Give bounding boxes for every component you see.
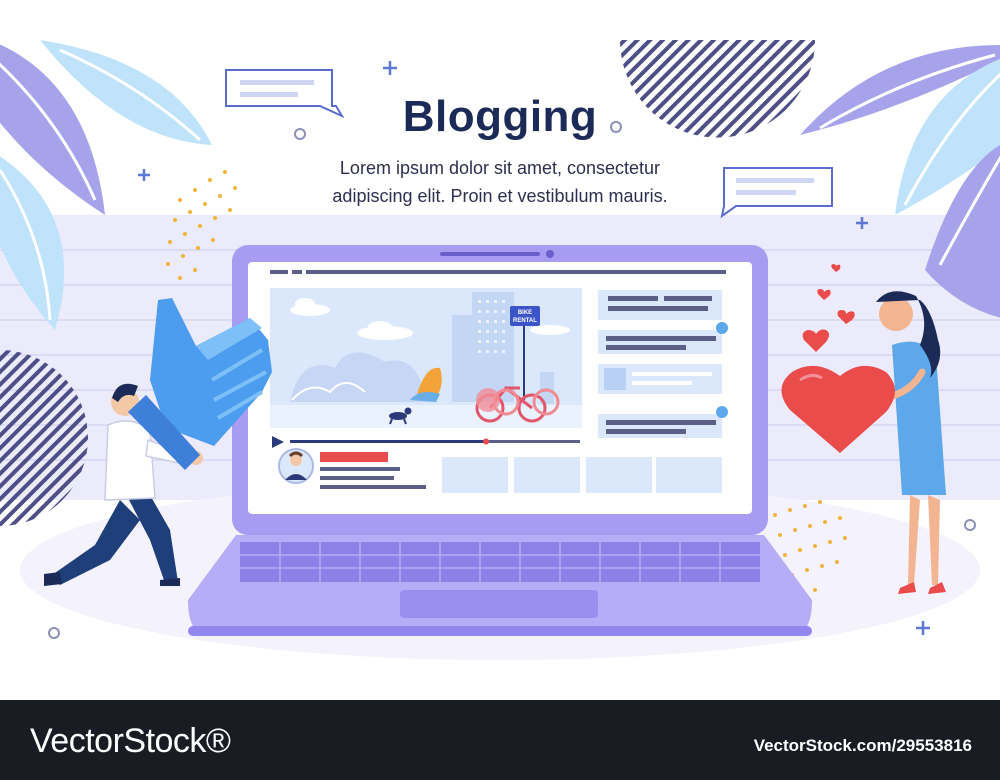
watermark-footer: VectorStock® VectorStock.com/29553816 [0,700,1000,780]
sign-line2: RENTAL [513,318,537,324]
subtitle-line-2: adipiscing elit. Proin et vestibulum mau… [332,186,668,206]
stage: BIKE RENTAL Blogging Lorem ipsum dolor s… [0,0,1000,780]
laptop-keyboard [240,542,760,582]
vectorstock-logo: VectorStock® [30,722,231,760]
sign-line1: BIKE [518,310,532,316]
comment-cards [598,290,728,438]
page-title: Blogging [402,92,598,141]
image-id-text: VectorStock.com/29553816 [753,736,972,755]
video-player: BIKE RENTAL [270,288,582,428]
subtitle-line-1: Lorem ipsum dolor sit amet, consectetur [339,158,661,178]
laptop-touchpad [400,590,598,618]
browser-bar [270,270,726,274]
